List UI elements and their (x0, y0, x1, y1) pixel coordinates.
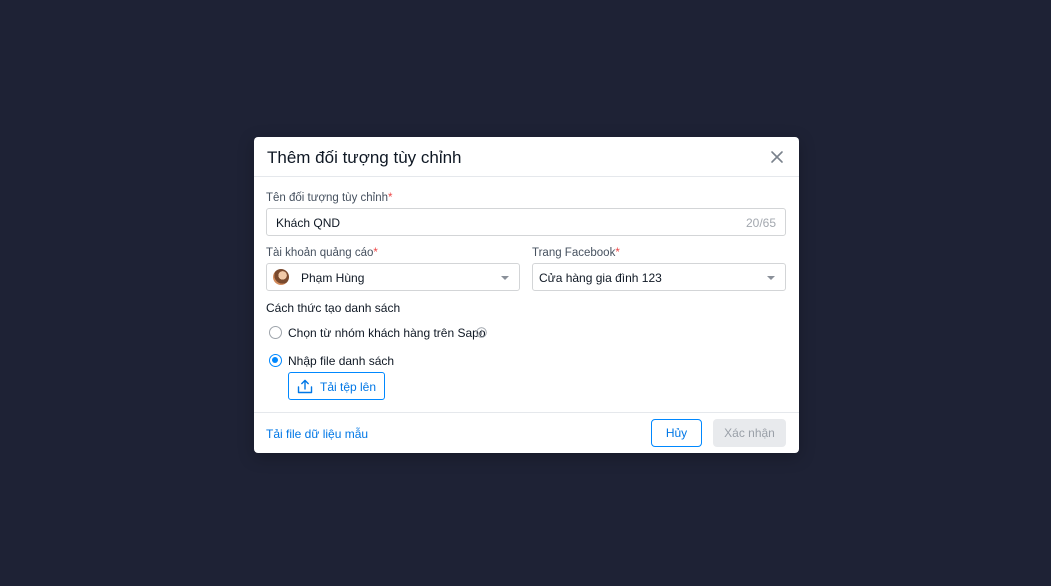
ad-account-label-text: Tài khoản quảng cáo (266, 247, 374, 259)
radio-checked[interactable] (269, 354, 282, 367)
creation-method-label: Cách thức tạo danh sách (266, 301, 401, 315)
required-mark: * (373, 247, 378, 259)
facebook-page-selected: Cửa hàng gia đình 123 (539, 271, 662, 285)
upload-icon (297, 379, 313, 394)
radio-option-label: Nhập file danh sách (288, 354, 395, 368)
custom-audience-dialog: Thêm đối tượng tùy chỉnh Tên đối tượng t… (254, 137, 799, 453)
confirm-button[interactable]: Xác nhận (713, 419, 786, 447)
audience-name-label: Tên đối tượng tùy chỉnh* (266, 191, 393, 205)
facebook-page-select[interactable]: Cửa hàng gia đình 123 (532, 263, 786, 291)
close-icon[interactable] (769, 149, 785, 165)
upload-button-label: Tải tệp lên (320, 380, 377, 394)
required-mark: * (388, 192, 393, 204)
info-icon (476, 327, 487, 338)
radio-unchecked[interactable] (269, 326, 282, 339)
facebook-page-label-text: Trang Facebook (532, 247, 616, 259)
radio-option-label: Chọn từ nhóm khách hàng trên Sapo (288, 326, 486, 340)
audience-name-input[interactable]: Khách QND 20/65 (266, 208, 786, 236)
ad-account-select[interactable]: Phạm Hùng (266, 263, 520, 291)
audience-name-value: Khách QND (276, 216, 341, 230)
cancel-button[interactable]: Hủy (651, 419, 702, 447)
ad-account-selected: Phạm Hùng (301, 271, 365, 285)
chevron-down-icon (767, 276, 775, 280)
facebook-page-label: Trang Facebook* (532, 246, 620, 260)
download-template-link[interactable]: Tải file dữ liệu mẫu (266, 427, 368, 441)
ad-account-label: Tài khoản quảng cáo* (266, 246, 378, 260)
dialog-footer: Tải file dữ liệu mẫu Hủy Xác nhận (254, 412, 799, 453)
chevron-down-icon (501, 276, 509, 280)
required-mark: * (615, 247, 620, 259)
upload-file-button[interactable]: Tải tệp lên (288, 372, 385, 400)
audience-name-label-text: Tên đối tượng tùy chỉnh (266, 192, 389, 204)
character-counter: 20/65 (745, 216, 776, 230)
avatar (273, 269, 289, 285)
dialog-header: Thêm đối tượng tùy chỉnh (254, 137, 799, 177)
dialog-title: Thêm đối tượng tùy chỉnh (267, 148, 462, 167)
